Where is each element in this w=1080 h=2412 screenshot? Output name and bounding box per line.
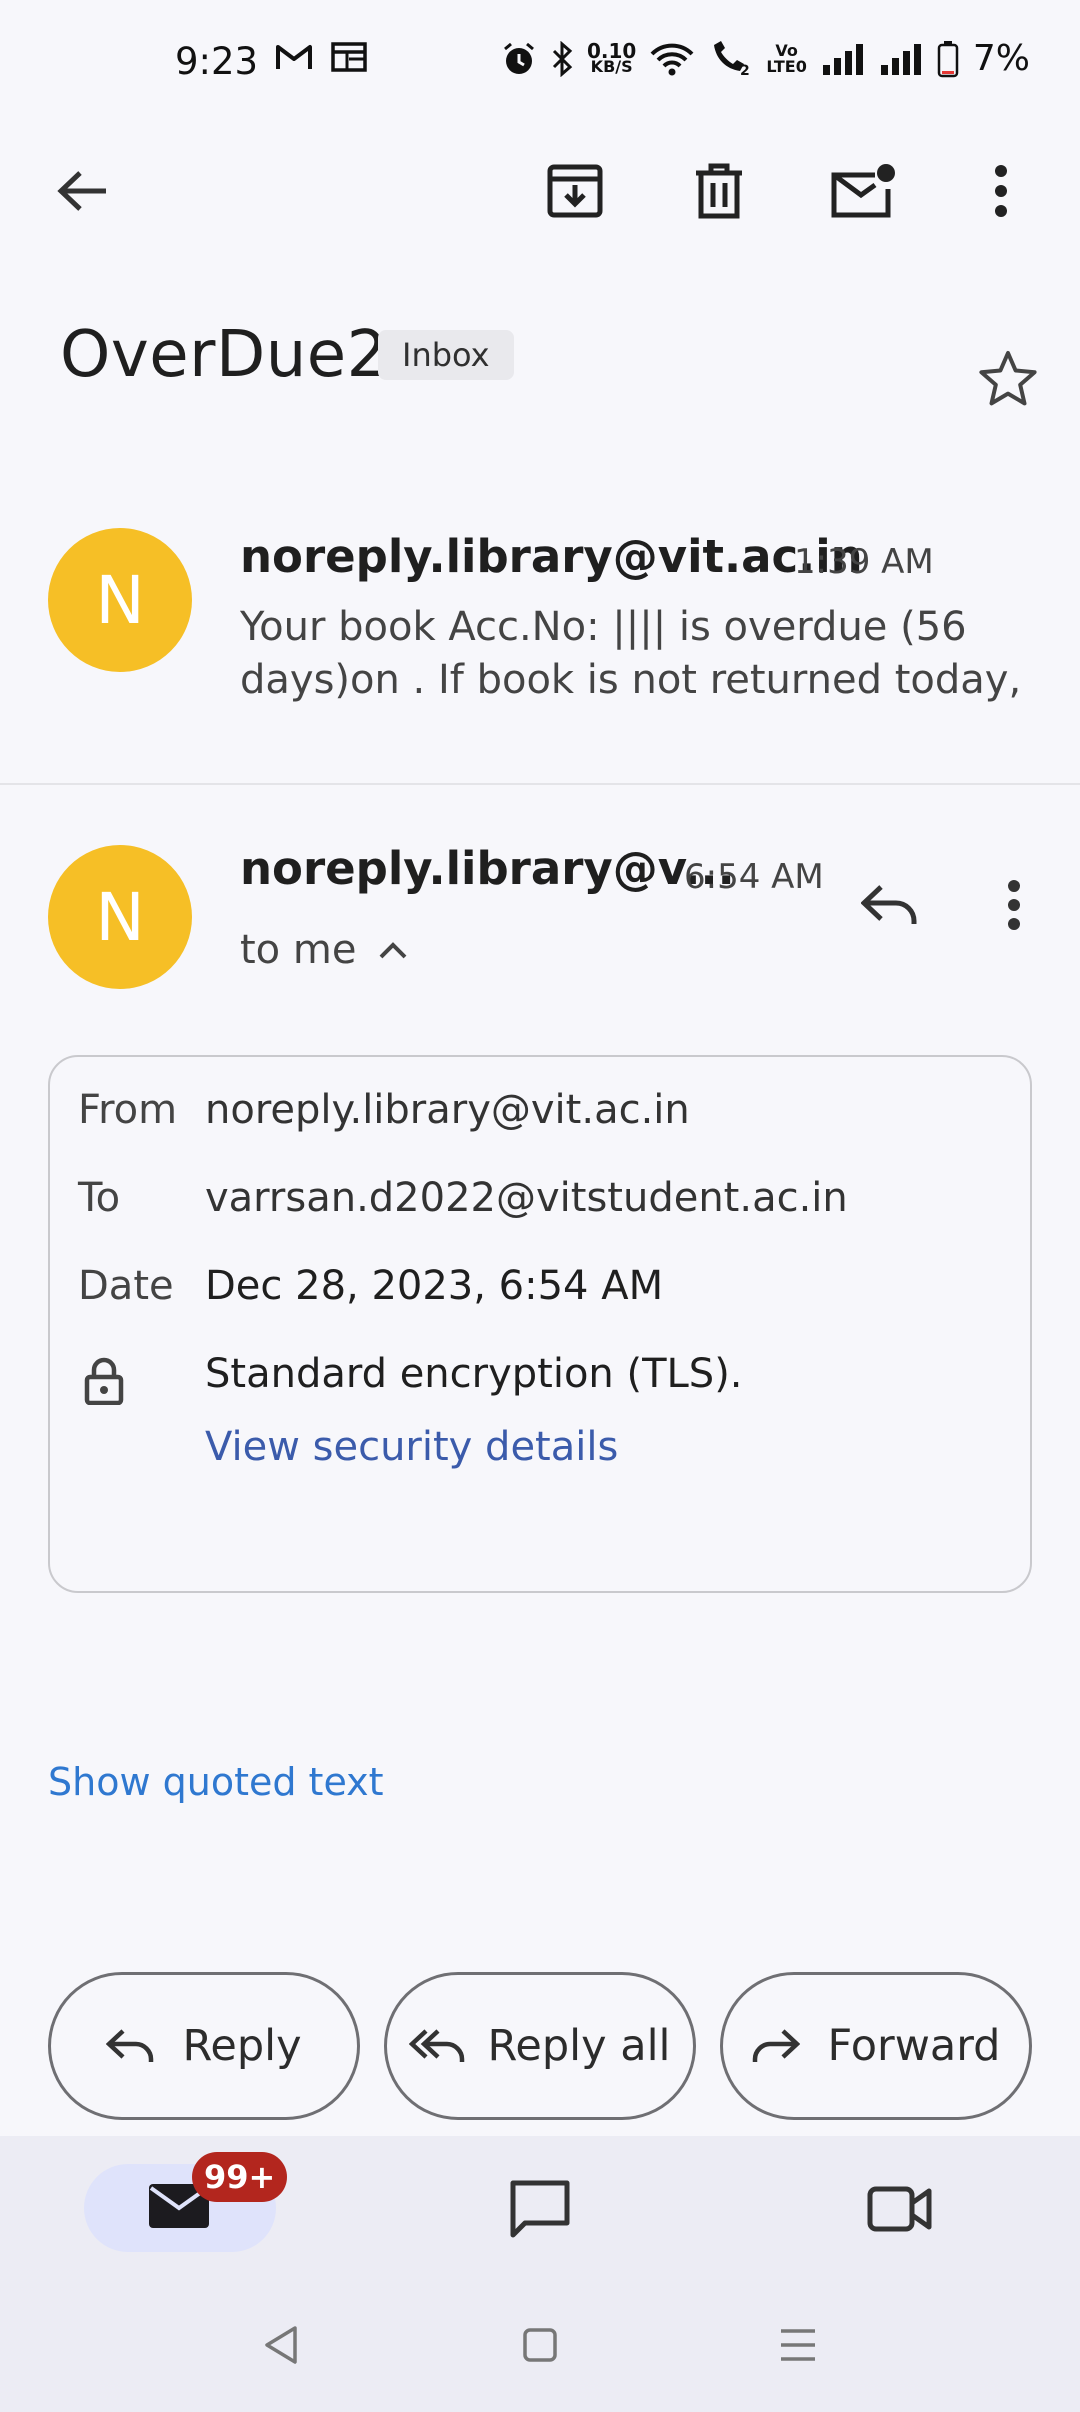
- nav-chat-tab[interactable]: [495, 2164, 585, 2254]
- network-speed: 0.10 KB/S: [587, 41, 636, 76]
- email-subject: OverDue2: [60, 318, 388, 392]
- reply-button-label: Reply: [182, 2021, 302, 2071]
- more-vert-icon: [1008, 880, 1020, 930]
- message-time: 1:39 AM: [794, 542, 934, 582]
- to-value[interactable]: varrsan.d2022@vitstudent.ac.in: [205, 1175, 848, 1221]
- system-recents-button[interactable]: [753, 2300, 843, 2390]
- back-button[interactable]: [37, 146, 127, 236]
- sender-name: noreply.library@vit.ac.in: [240, 530, 863, 583]
- more-vert-icon: [995, 165, 1007, 217]
- mark-unread-icon: [831, 164, 895, 218]
- star-icon: [979, 351, 1037, 406]
- forward-icon: [752, 2029, 800, 2062]
- trash-icon: [696, 163, 742, 219]
- forward-button[interactable]: Forward: [720, 1972, 1032, 2120]
- arrow-left-icon: [57, 171, 106, 211]
- reply-all-icon: [409, 2029, 465, 2062]
- date-label: Date: [78, 1263, 174, 1309]
- inbox-label-chip[interactable]: Inbox: [378, 330, 514, 380]
- archive-button[interactable]: [530, 146, 620, 236]
- signal-2-icon: [880, 43, 921, 75]
- from-label: From: [78, 1087, 178, 1133]
- signal-1-icon: [822, 43, 863, 75]
- reply-button[interactable]: Reply: [48, 1972, 360, 2120]
- lock-icon: [84, 1357, 124, 1405]
- news-icon: [331, 42, 367, 72]
- delete-button[interactable]: [674, 146, 764, 236]
- reply-all-button[interactable]: Reply all: [384, 1972, 696, 2120]
- svg-text:2: 2: [740, 63, 750, 77]
- forward-button-label: Forward: [827, 2021, 1001, 2071]
- battery-low-icon: [937, 40, 959, 77]
- sender-avatar[interactable]: N: [48, 845, 192, 989]
- status-notification-icons: [275, 42, 367, 72]
- message-more-button[interactable]: [969, 860, 1059, 950]
- message-details-panel: From noreply.library@vit.ac.in To varrsa…: [48, 1055, 1032, 1593]
- from-value[interactable]: noreply.library@vit.ac.in: [205, 1087, 690, 1133]
- message-snippet-line1: Your book Acc.No: |||| is overdue (56: [240, 604, 967, 650]
- more-options-button[interactable]: [956, 146, 1046, 236]
- reply-icon-button[interactable]: [844, 860, 934, 950]
- network-speed-unit: KB/S: [590, 56, 633, 76]
- encryption-text: Standard encryption (TLS).: [205, 1351, 743, 1397]
- gmail-icon: [276, 45, 312, 69]
- view-security-details-link[interactable]: View security details: [205, 1424, 618, 1470]
- date-value: Dec 28, 2023, 6:54 AM: [205, 1263, 664, 1309]
- message-snippet-line2: days)on . If book is not returned today,: [240, 657, 1022, 703]
- status-system-icons: 0.10 KB/S 2 Vo LTE0 7%: [501, 38, 1030, 79]
- recipient-summary: to me: [240, 927, 357, 973]
- message-row-collapsed[interactable]: N noreply.library@vit.ac.in 1:39 AM Your…: [0, 505, 1080, 780]
- sender-name: noreply.library@v...: [240, 842, 735, 895]
- menu-lines-icon: [781, 2329, 815, 2361]
- archive-icon: [547, 164, 603, 218]
- system-back-button[interactable]: [236, 2300, 326, 2390]
- chevron-up-icon: [380, 942, 407, 959]
- reply-icon: [106, 2029, 154, 2062]
- battery-percent: 7%: [972, 38, 1030, 79]
- recipient-toggle[interactable]: to me: [240, 927, 408, 973]
- square-home-icon: [523, 2328, 557, 2362]
- status-time: 9:23: [175, 40, 259, 83]
- mail-unread-badge: 99+: [192, 2152, 288, 2202]
- triangle-back-icon: [265, 2326, 297, 2364]
- reply-all-button-label: Reply all: [487, 2021, 671, 2071]
- wifi-icon: [650, 43, 694, 75]
- sender-avatar[interactable]: N: [48, 528, 192, 672]
- nav-meet-tab[interactable]: [855, 2164, 945, 2254]
- chat-icon: [510, 2180, 570, 2238]
- star-button[interactable]: [963, 333, 1053, 423]
- video-camera-icon: [867, 2186, 932, 2232]
- message-time: 6:54 AM: [684, 857, 824, 897]
- volte-bottom: LTE0: [766, 56, 807, 76]
- system-home-button[interactable]: [495, 2300, 585, 2390]
- to-label: To: [78, 1175, 121, 1221]
- bluetooth-icon: [552, 40, 573, 77]
- volte-indicator: Vo LTE0: [766, 42, 807, 76]
- alarm-icon: [504, 42, 534, 74]
- wifi-calling-icon: 2: [714, 40, 750, 77]
- message-divider: [0, 783, 1080, 785]
- show-quoted-text-link[interactable]: Show quoted text: [48, 1760, 384, 1804]
- reply-icon: [861, 885, 917, 924]
- mark-unread-button[interactable]: [818, 146, 908, 236]
